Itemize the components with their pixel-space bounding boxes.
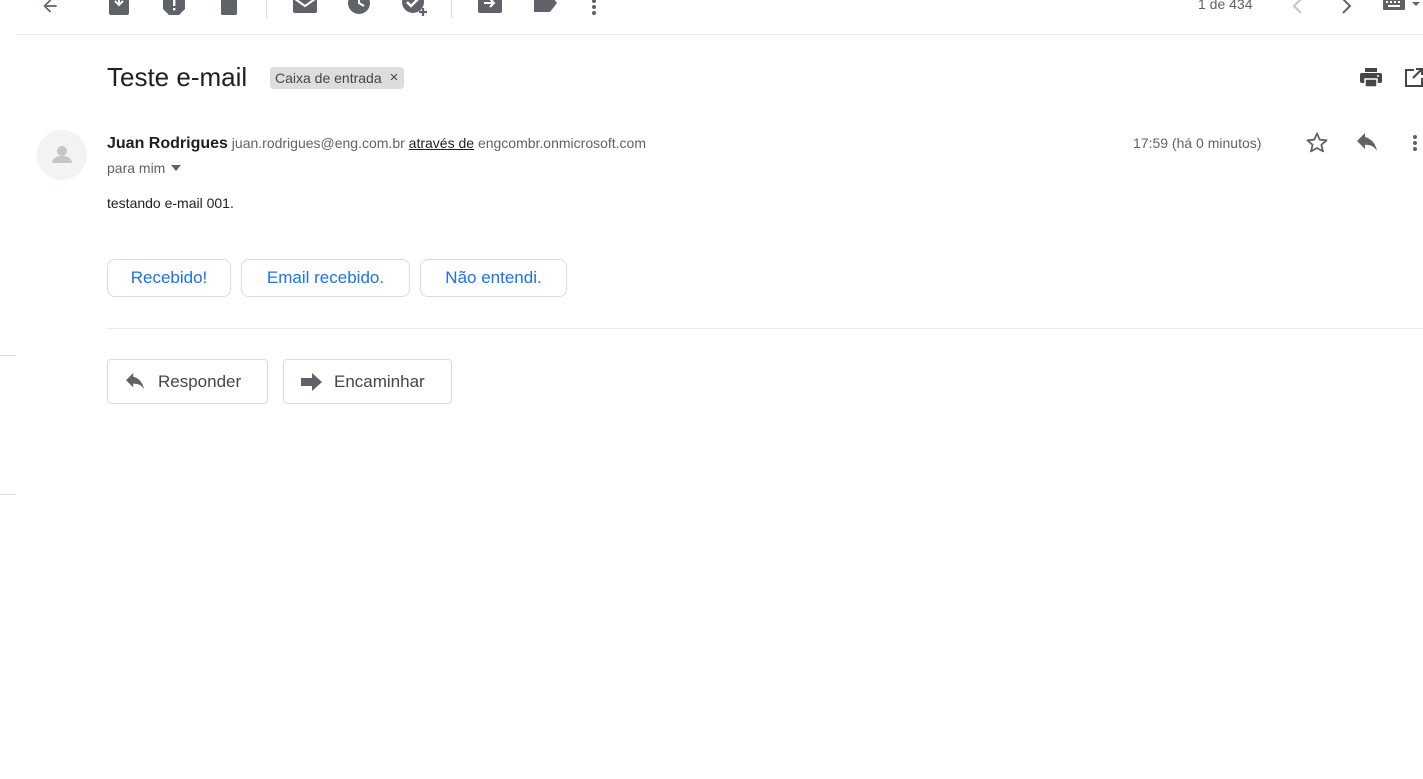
add-task-icon[interactable] bbox=[400, 0, 430, 20]
smart-reply-button[interactable]: Email recebido. bbox=[241, 259, 410, 297]
more-vert-icon[interactable] bbox=[584, 0, 604, 20]
newer-chevron-left-icon[interactable] bbox=[1286, 0, 1308, 18]
snooze-icon[interactable] bbox=[346, 0, 372, 18]
star-icon[interactable] bbox=[1303, 130, 1331, 156]
toolbar-separator bbox=[451, 0, 452, 18]
forward-icon bbox=[301, 372, 322, 391]
caret-down-icon bbox=[171, 165, 182, 171]
move-to-icon[interactable] bbox=[476, 0, 504, 18]
content-divider bbox=[107, 328, 1423, 329]
report-spam-icon[interactable] bbox=[161, 0, 187, 18]
smart-reply-button[interactable]: Recebido! bbox=[107, 259, 231, 297]
sender-name[interactable]: Juan Rodrigues bbox=[107, 135, 228, 152]
label-chip-remove-button[interactable]: × bbox=[390, 67, 399, 89]
email-timestamp: 17:59 (há 0 minutos) bbox=[1133, 135, 1262, 151]
reply-icon[interactable] bbox=[1353, 130, 1381, 156]
via-link[interactable]: através de bbox=[409, 135, 474, 151]
archive-icon[interactable] bbox=[106, 0, 132, 18]
reply-button-label: Responder bbox=[158, 371, 242, 391]
sender-line: Juan Rodrigues juan.rodrigues@eng.com.br… bbox=[107, 133, 646, 154]
delete-icon[interactable] bbox=[217, 0, 241, 18]
forward-button[interactable]: Encaminhar bbox=[283, 359, 452, 404]
recipients-text: para mim bbox=[107, 160, 166, 176]
sidebar-edge-mark bbox=[0, 494, 16, 495]
label-icon[interactable] bbox=[531, 0, 559, 18]
toolbar-separator bbox=[266, 0, 267, 18]
page-count: 1 de 434 bbox=[1198, 0, 1253, 12]
email-subject: Teste e-mail bbox=[107, 62, 248, 92]
forward-button-label: Encaminhar bbox=[334, 371, 425, 391]
smart-reply-button[interactable]: Não entendi. bbox=[420, 259, 567, 297]
back-arrow-icon[interactable] bbox=[36, 0, 64, 18]
older-chevron-right-icon[interactable] bbox=[1336, 0, 1358, 18]
label-chip-inbox: Caixa de entrada × bbox=[270, 67, 405, 89]
reply-icon bbox=[126, 372, 144, 389]
toolbar-divider bbox=[16, 34, 1423, 35]
sender-email: juan.rodrigues@eng.com.br bbox=[231, 135, 405, 151]
mark-unread-icon[interactable] bbox=[291, 0, 319, 18]
print-icon[interactable] bbox=[1358, 65, 1384, 91]
sender-avatar[interactable] bbox=[37, 130, 87, 180]
email-body: testando e-mail 001. bbox=[107, 195, 234, 211]
recipients-toggle[interactable]: para mim bbox=[107, 158, 182, 178]
open-new-window-icon[interactable] bbox=[1404, 65, 1423, 91]
toolbar: 1 de 434 bbox=[0, 0, 1423, 35]
default-person-icon bbox=[52, 146, 72, 163]
reply-button[interactable]: Responder bbox=[107, 359, 268, 404]
label-chip-text: Caixa de entrada bbox=[275, 70, 382, 86]
message-more-vert-icon[interactable] bbox=[1406, 130, 1423, 156]
via-domain: engcombr.onmicrosoft.com bbox=[477, 135, 647, 151]
input-tools-keyboard-icon[interactable] bbox=[1380, 0, 1423, 16]
sidebar-edge-mark bbox=[0, 355, 16, 356]
